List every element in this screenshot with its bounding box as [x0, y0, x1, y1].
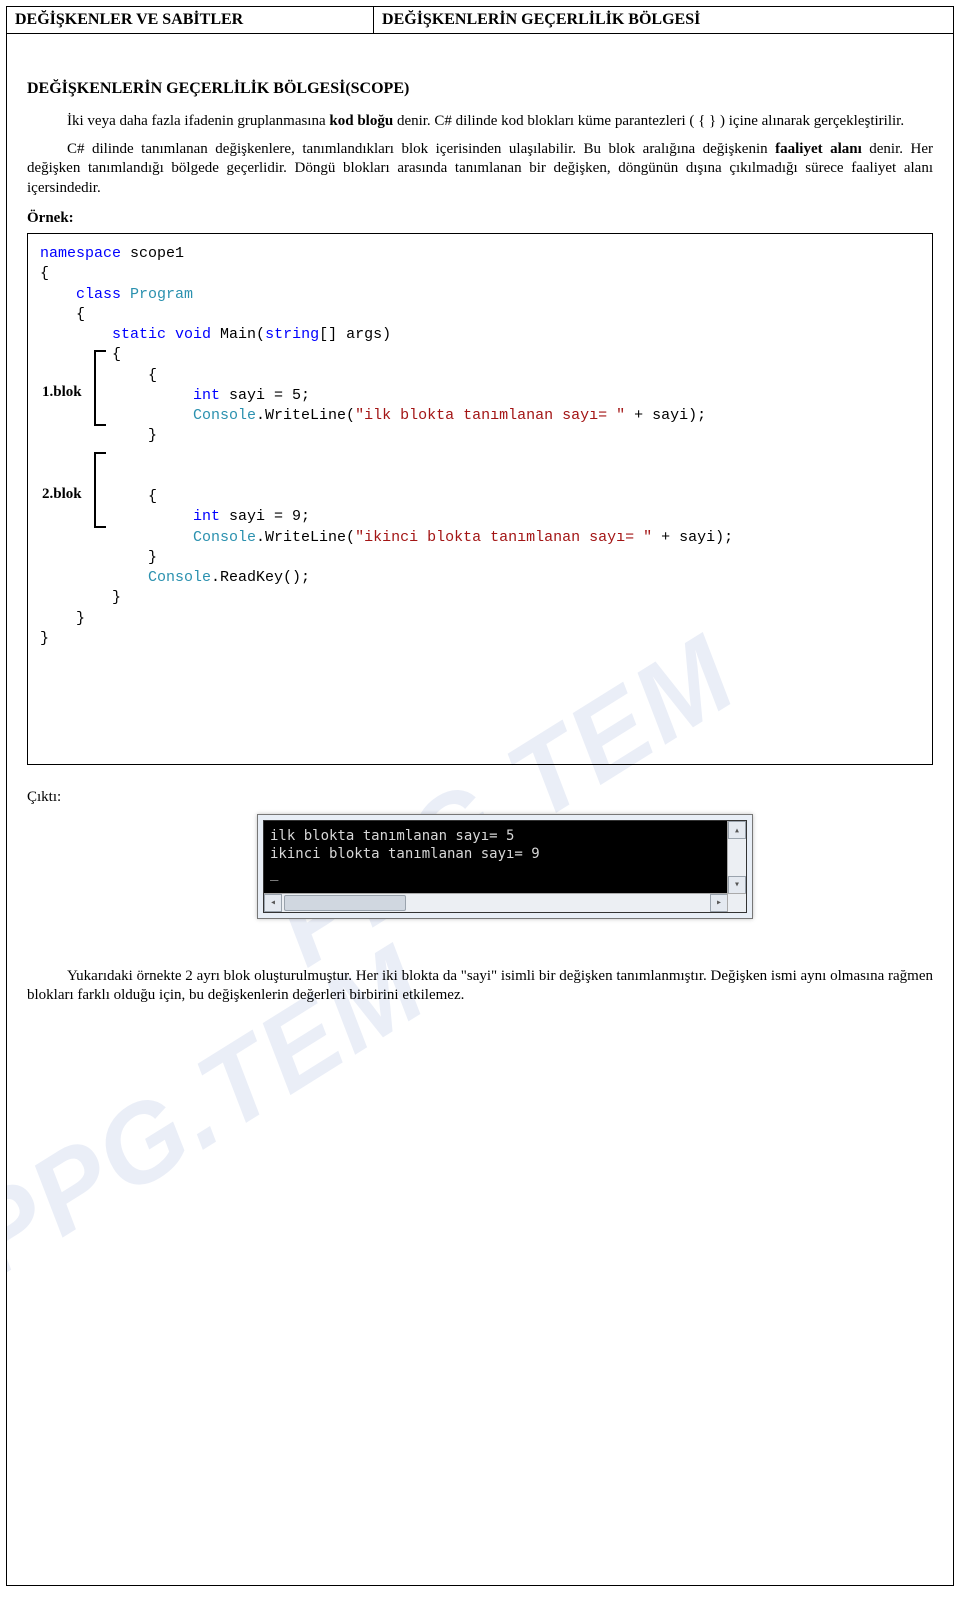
header-right: DEĞİŞKENLERİN GEÇERLİLİK BÖLGESİ [374, 7, 953, 33]
wl-end: + sayi); [652, 529, 733, 546]
console-body: ilk blokta tanımlanan sayı= 5 ikinci blo… [263, 820, 747, 913]
ns-name: scope1 [121, 245, 184, 262]
console-cls: Console [193, 529, 256, 546]
kw-class: class [76, 286, 121, 303]
console-cls: Console [193, 407, 256, 424]
kw-static: static [112, 326, 166, 343]
str2: "ikinci blokta tanımlanan sayı= " [355, 529, 652, 546]
console-line-2: ikinci blokta tanımlanan sayı= 9 [270, 845, 740, 863]
scroll-down-icon[interactable]: ▾ [728, 876, 746, 894]
code-block: namespace scope1 { class Program { stati… [27, 233, 933, 765]
p1a: İki veya daha fazla ifadenin gruplanması… [67, 113, 329, 129]
bracket-icon [94, 452, 106, 528]
p2a: C# dilinde tanımlanan değişkenlere, tanı… [67, 141, 775, 157]
brace: { [40, 265, 49, 282]
main-a: Main( [211, 326, 265, 343]
scroll-thumb[interactable] [284, 895, 406, 911]
kw-int: int [193, 508, 220, 525]
blok1-label: 1.blok [42, 382, 82, 402]
readkey: .ReadKey(); [211, 569, 310, 586]
class-name: Program [121, 286, 193, 303]
brace: } [148, 427, 157, 444]
console-window: ilk blokta tanımlanan sayı= 5 ikinci blo… [257, 814, 753, 919]
brace: { [148, 488, 157, 505]
brace: { [76, 306, 85, 323]
sayi9: sayi = 9; [220, 508, 310, 525]
kw-void: void [166, 326, 211, 343]
console-cursor: _ [270, 864, 740, 882]
brace: } [112, 589, 121, 606]
p3: Yukarıdaki örnekte 2 ayrı blok oluşturul… [27, 968, 933, 1004]
brace: { [148, 367, 157, 384]
brace: } [76, 610, 85, 627]
str1: "ilk blokta tanımlanan sayı= " [355, 407, 625, 424]
header-row: DEĞİŞKENLER VE SABİTLER DEĞİŞKENLERİN GE… [7, 7, 953, 34]
output-label: Çıktı: [27, 789, 933, 806]
wl: .WriteLine( [256, 407, 355, 424]
p1b: kod bloğu [329, 113, 393, 129]
scrollbar-vertical[interactable]: ▴ ▾ [727, 821, 746, 894]
main-b: [] args) [319, 326, 391, 343]
console-line-1: ilk blokta tanımlanan sayı= 5 [270, 827, 740, 845]
p2b: faaliyet alanı [775, 141, 862, 157]
header-left: DEĞİŞKENLER VE SABİTLER [7, 7, 374, 33]
bracket-icon [94, 350, 106, 426]
page-frame: DEĞİŞKENLER VE SABİTLER DEĞİŞKENLERİN GE… [6, 6, 954, 1586]
scroll-right-icon[interactable]: ▸ [710, 894, 728, 912]
scroll-left-icon[interactable]: ◂ [264, 894, 282, 912]
content-area: DEĞİŞKENLERİN GEÇERLİLİK BÖLGESİ(SCOPE) … [7, 34, 953, 1034]
blok2-label: 2.blok [42, 484, 82, 504]
section-title: DEĞİŞKENLERİN GEÇERLİLİK BÖLGESİ(SCOPE) [27, 80, 933, 98]
paragraph-1: İki veya daha fazla ifadenin gruplanması… [27, 112, 933, 132]
kw-namespace: namespace [40, 245, 121, 262]
example-label: Örnek: [27, 210, 933, 227]
scrollbar-horizontal[interactable]: ◂ ▸ [264, 893, 746, 912]
kw-int: int [193, 387, 220, 404]
kw-string: string [265, 326, 319, 343]
console-cls: Console [148, 569, 211, 586]
brace: } [148, 549, 157, 566]
brace: { [112, 346, 121, 363]
resize-grip-icon[interactable] [727, 893, 746, 912]
paragraph-3: Yukarıdaki örnekte 2 ayrı blok oluşturul… [27, 967, 933, 1006]
paragraph-2: C# dilinde tanımlanan değişkenlere, tanı… [27, 140, 933, 199]
wl-end: + sayi); [625, 407, 706, 424]
sayi5: sayi = 5; [220, 387, 310, 404]
brace: } [40, 630, 49, 647]
wl: .WriteLine( [256, 529, 355, 546]
p1c: denir. C# dilinde kod blokları küme para… [393, 113, 904, 129]
scroll-up-icon[interactable]: ▴ [728, 821, 746, 839]
